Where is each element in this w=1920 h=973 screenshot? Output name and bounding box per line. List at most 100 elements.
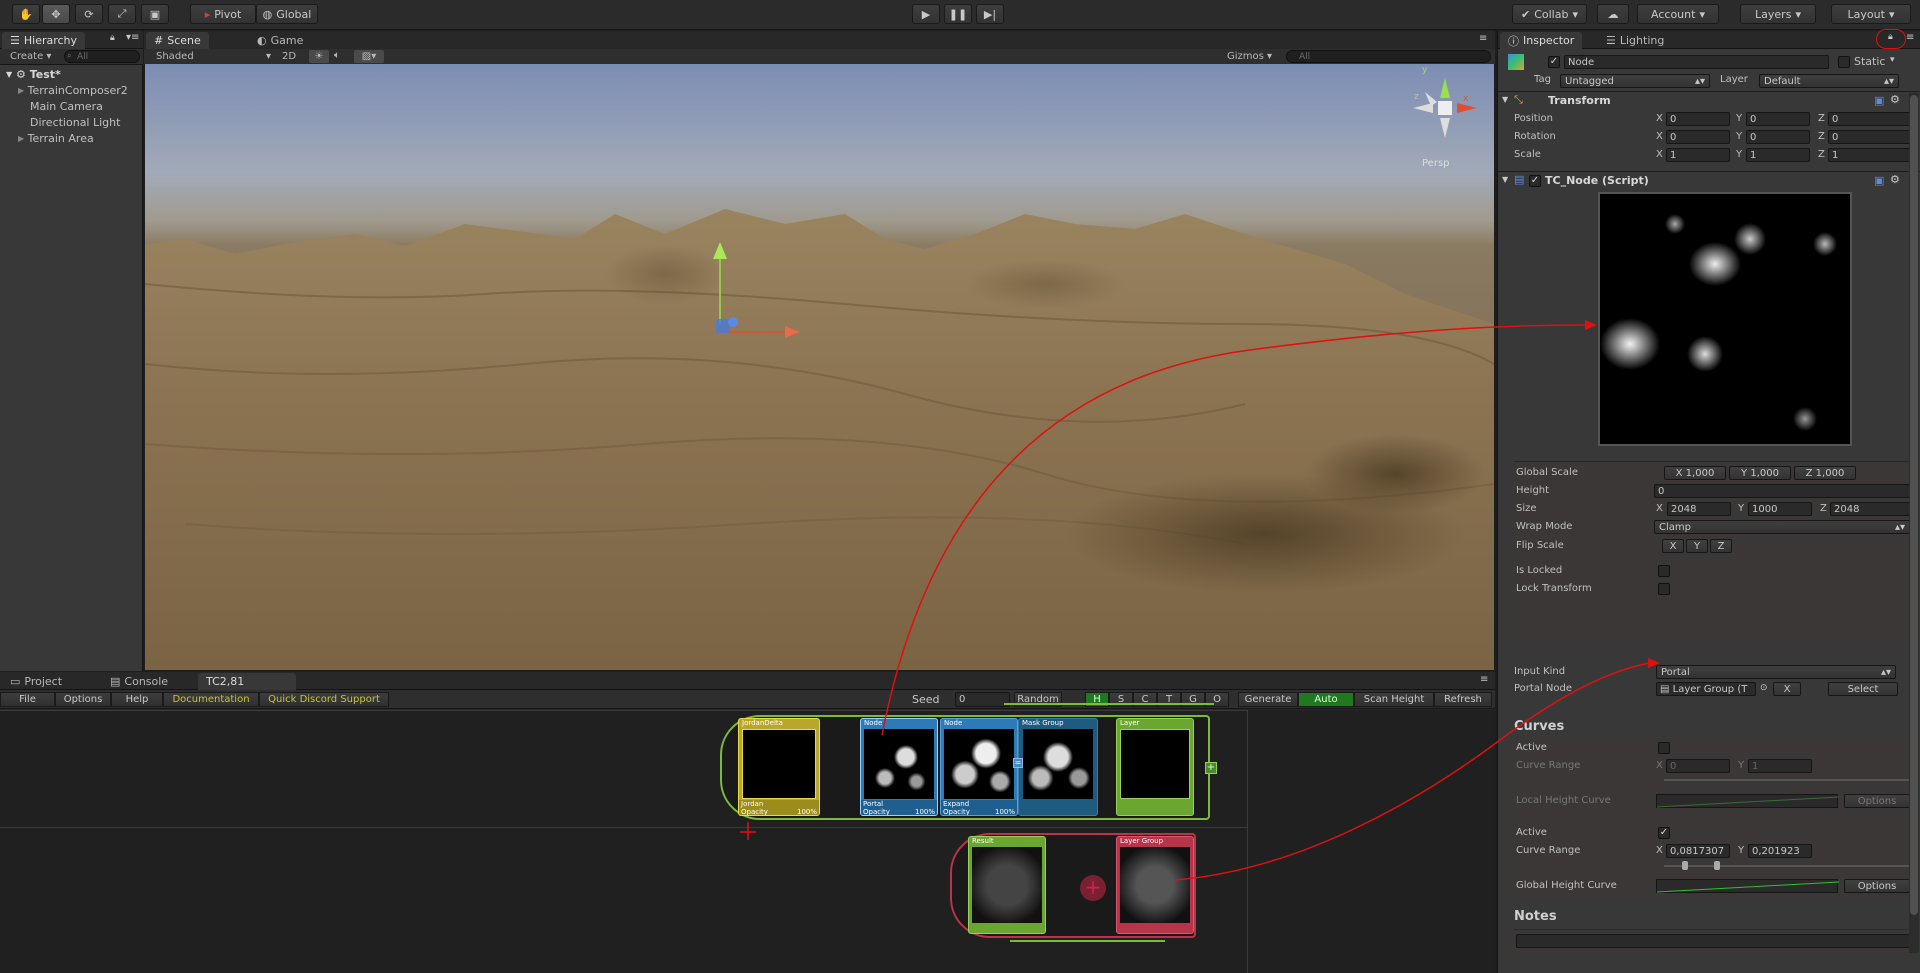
lock-icon[interactable]: 🔒︎ <box>110 33 115 43</box>
height-input[interactable]: 0 <box>1654 484 1910 498</box>
position-x-input[interactable]: 0 <box>1666 112 1730 126</box>
file-menu[interactable]: File <box>0 692 55 707</box>
help-book-icon[interactable]: ▣ <box>1874 94 1884 107</box>
range-slider-max-handle[interactable] <box>1714 861 1720 870</box>
curves-active-checkbox[interactable] <box>1658 742 1670 754</box>
rotate-tool-button[interactable]: ⟳ <box>75 4 103 24</box>
add-node-icon[interactable]: + <box>1080 875 1106 901</box>
panel-menu-icon[interactable]: ≡ <box>1906 32 1914 43</box>
gear-icon[interactable]: ⚙ <box>1890 173 1900 186</box>
chevron-down-icon[interactable]: ▾ <box>1890 55 1895 65</box>
tab-scene[interactable]: # Scene <box>146 32 209 49</box>
shading-mode-dropdown[interactable]: Shaded ▾ <box>156 51 271 62</box>
scan-height-button[interactable]: Scan Height <box>1354 692 1434 707</box>
pause-button[interactable]: ❚❚ <box>944 4 972 24</box>
script-enabled-checkbox[interactable]: ✓ <box>1529 175 1541 187</box>
hierarchy-item-terrain-area[interactable]: ▶ Terrain Area <box>18 130 94 146</box>
tab-console[interactable]: ▤ Console <box>102 673 176 690</box>
move-tool-button[interactable]: ✥ <box>42 4 70 24</box>
scale-tool-button[interactable]: ⤢ <box>108 4 136 24</box>
tab-game[interactable]: ◐ Game <box>249 32 311 49</box>
scene-search-input[interactable]: All <box>1286 50 1491 63</box>
account-dropdown[interactable]: Account ▾ <box>1637 4 1719 24</box>
scene-root-item[interactable]: ▼ ⚙ Test* <box>6 66 61 82</box>
node-expand[interactable]: Node Expand Opacity 100% <box>940 718 1018 816</box>
hierarchy-item-terraincomposer2[interactable]: ▶ TerrainComposer2 <box>18 82 128 98</box>
flip-z-button[interactable]: Z <box>1710 539 1732 553</box>
persp-label[interactable]: Persp <box>1422 158 1450 169</box>
help-menu[interactable]: Help <box>111 692 163 707</box>
scrollbar-thumb[interactable] <box>1910 95 1918 915</box>
create-dropdown[interactable]: Create ▾ <box>10 51 51 62</box>
position-z-input[interactable]: 0 <box>1828 112 1916 126</box>
tab-tc2[interactable]: TC2,81 <box>198 673 296 690</box>
static-checkbox[interactable] <box>1838 56 1850 68</box>
hierarchy-item-main-camera[interactable]: Main Camera <box>30 98 103 114</box>
mask-connector-icon[interactable]: = <box>1013 758 1023 768</box>
node-jordan[interactable]: JordanDelta Jordan Opacity 100% <box>738 718 820 816</box>
2d-toggle[interactable]: 2D <box>282 51 296 62</box>
layers-dropdown[interactable]: Layers ▾ <box>1740 4 1816 24</box>
rotation-z-input[interactable]: 0 <box>1828 130 1916 144</box>
panel-menu-icon[interactable]: ▾≡ <box>126 32 139 43</box>
flip-y-button[interactable]: Y <box>1686 539 1708 553</box>
global-toggle[interactable]: ◍ Global <box>256 4 318 24</box>
rotation-x-input[interactable]: 0 <box>1666 130 1730 144</box>
scene-viewport[interactable]: y x z Persp <box>145 64 1494 670</box>
tab-hierarchy[interactable]: ☰ Hierarchy <box>2 32 86 49</box>
seed-input[interactable]: 0 <box>955 692 1010 707</box>
orientation-gizmo[interactable] <box>1405 70 1485 150</box>
node-layer[interactable]: Layer <box>1116 718 1194 816</box>
size-z-input[interactable]: 2048 <box>1830 502 1910 516</box>
curve-range2-y-input[interactable]: 0,201923 <box>1748 844 1812 858</box>
tab-inspector[interactable]: ⓘ Inspector <box>1500 32 1583 49</box>
global-height-curve-field[interactable] <box>1656 879 1840 893</box>
transform-header[interactable]: ▼ ⤡ Transform ▣ ⚙ <box>1498 92 1920 110</box>
active-checkbox[interactable]: ✓ <box>1548 56 1560 68</box>
panel-menu-icon[interactable]: ≡ <box>1479 33 1487 44</box>
add-layer-icon[interactable]: + <box>1205 762 1217 774</box>
scale-y-input[interactable]: 1 <box>1746 148 1810 162</box>
auto-toggle[interactable]: Auto <box>1298 692 1354 707</box>
portal-select-button[interactable]: Select <box>1828 682 1898 696</box>
node-opacity-row[interactable]: Opacity 100% <box>861 808 937 815</box>
rect-tool-button[interactable]: ▣ <box>141 4 169 24</box>
input-kind-dropdown[interactable]: Portal ▴▾ <box>1656 665 1896 679</box>
refresh-button[interactable]: Refresh <box>1434 692 1492 707</box>
audio-toggle[interactable]: 🔈︎ <box>334 50 340 61</box>
node-layer-group[interactable]: Layer Group <box>1116 836 1194 934</box>
curve-range2-x-input[interactable]: 0,0817307 <box>1666 844 1730 858</box>
object-name-input[interactable]: Node <box>1564 55 1829 69</box>
portal-clear-button[interactable]: X <box>1773 682 1801 696</box>
global-scale-y-button[interactable]: Y 1,000 <box>1729 466 1791 480</box>
is-locked-checkbox[interactable] <box>1658 565 1670 577</box>
scale-x-input[interactable]: 1 <box>1666 148 1730 162</box>
portal-node-field[interactable]: ▤ Layer Group (T <box>1656 682 1756 696</box>
global-curve-options-button[interactable]: Options <box>1844 879 1910 893</box>
collab-dropdown[interactable]: ✔ Collab ▾ <box>1512 4 1587 24</box>
size-x-input[interactable]: 2048 <box>1667 502 1731 516</box>
position-y-input[interactable]: 0 <box>1746 112 1810 126</box>
documentation-button[interactable]: Documentation <box>163 692 259 707</box>
panel-menu-icon[interactable]: ≡ <box>1480 674 1488 685</box>
lock-transform-checkbox[interactable] <box>1658 583 1670 595</box>
range-slider-min-handle[interactable] <box>1682 861 1688 870</box>
hierarchy-search-input[interactable]: All <box>64 50 140 63</box>
step-button[interactable]: ▶| <box>976 4 1004 24</box>
node-canvas[interactable]: JordanDelta Jordan Opacity 100% Node Port… <box>0 703 1495 973</box>
cloud-button[interactable]: ☁ <box>1597 4 1629 24</box>
flip-x-button[interactable]: X <box>1662 539 1684 553</box>
wrap-mode-dropdown[interactable]: Clamp ▴▾ <box>1654 520 1910 534</box>
layer-dropdown[interactable]: Default ▴▾ <box>1759 74 1899 88</box>
node-result[interactable]: Result <box>968 836 1046 934</box>
node-opacity-row[interactable]: Opacity 100% <box>739 808 819 815</box>
hierarchy-item-directional-light[interactable]: Directional Light <box>30 114 120 130</box>
node-opacity-row[interactable]: Opacity 100% <box>941 808 1017 815</box>
generate-button[interactable]: Generate <box>1238 692 1298 707</box>
script-header[interactable]: ▼ ▤ ✓ TC_Node (Script) ▣ ⚙ <box>1498 172 1920 190</box>
options-menu[interactable]: Options <box>55 692 111 707</box>
layout-dropdown[interactable]: Layout ▾ <box>1831 4 1911 24</box>
object-picker-icon[interactable]: ⊙ <box>1760 683 1768 693</box>
tag-dropdown[interactable]: Untagged ▴▾ <box>1560 74 1710 88</box>
gizmos-dropdown[interactable]: Gizmos ▾ <box>1227 51 1272 62</box>
